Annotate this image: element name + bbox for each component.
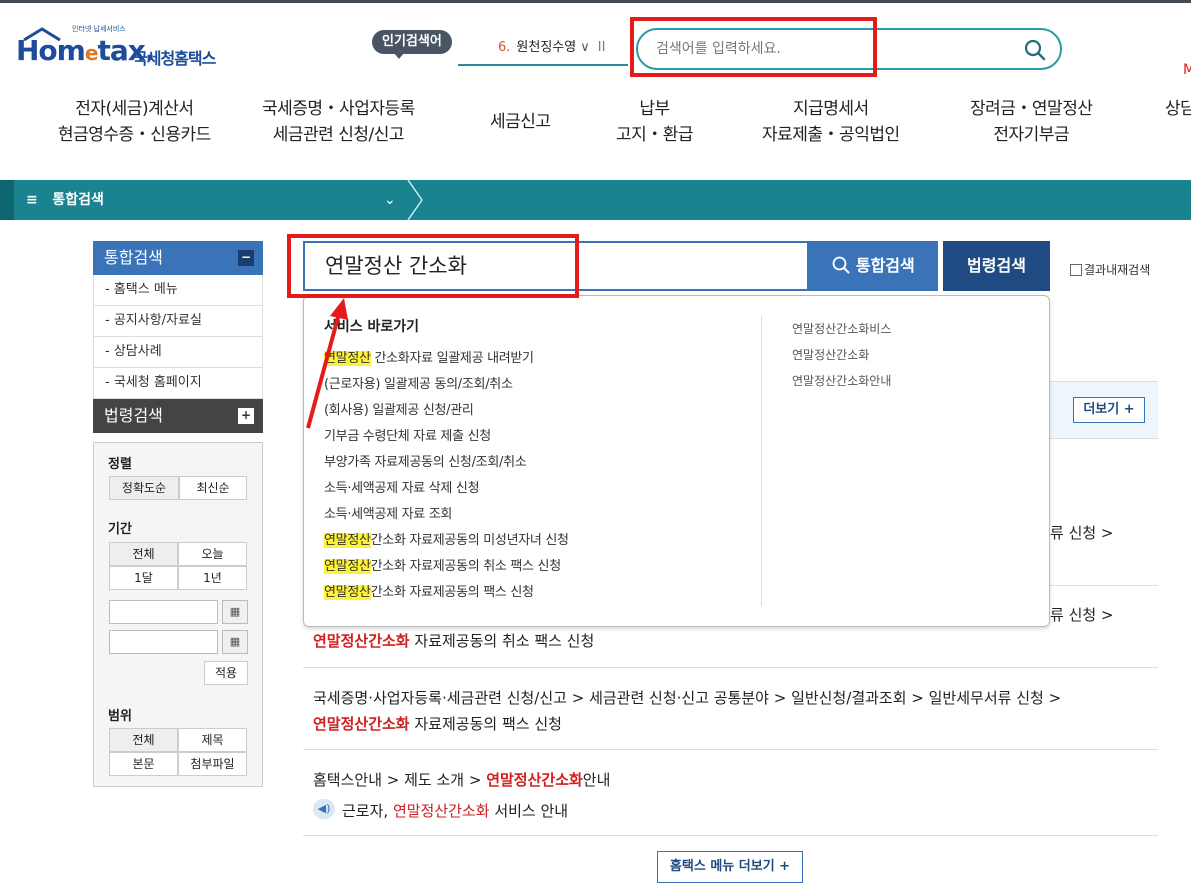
dropdown-item[interactable]: 연말정산간소화 자료제공동의 취소 팩스 신청 bbox=[324, 555, 561, 574]
result-row-3-title[interactable]: 연말정산간소화 자료제공동의 팩스 신청 bbox=[313, 713, 562, 734]
total-search-button[interactable]: 통합검색 bbox=[809, 241, 938, 291]
highlight-box-header-search bbox=[630, 17, 877, 77]
annotation-arrow-icon bbox=[306, 298, 348, 429]
nav-consultation[interactable]: 상담 bbox=[1165, 96, 1191, 122]
logo-subtitle: 인터넷 납세서비스 bbox=[72, 25, 126, 33]
period-year-button[interactable]: 1년 bbox=[178, 566, 247, 590]
more-hometax-menu-button[interactable]: 홈택스 메뉴 더보기 + bbox=[657, 851, 803, 883]
nav-year-end-settlement[interactable]: 장려금・연말정산 전자기부금 bbox=[970, 96, 1093, 148]
breadcrumb-separator-icon bbox=[407, 180, 423, 220]
suggestion-item[interactable]: 연말정산간소화비스 bbox=[792, 320, 891, 337]
result-divider bbox=[303, 749, 1158, 750]
scope-all-button[interactable]: 전체 bbox=[109, 728, 178, 752]
sidebar-head-total-search[interactable]: 통합검색 − bbox=[93, 241, 263, 275]
chevron-down-icon[interactable]: ⌄ bbox=[384, 180, 396, 220]
start-date-input[interactable] bbox=[109, 600, 218, 624]
period-today-button[interactable]: 오늘 bbox=[178, 542, 247, 566]
period-all-button[interactable]: 전체 bbox=[109, 542, 178, 566]
sort-accuracy-button[interactable]: 정확도순 bbox=[109, 476, 179, 500]
result-row-2-title[interactable]: 연말정산간소화 자료제공동의 취소 팩스 신청 bbox=[313, 630, 594, 651]
rank-number: 6. bbox=[498, 40, 511, 55]
top-border bbox=[0, 0, 1191, 3]
search-within-results[interactable]: 결과내재검색 bbox=[1070, 261, 1150, 278]
nav-certificates[interactable]: 국세증명・사업자등록 세금관련 신청/신고 bbox=[262, 96, 415, 148]
collapse-icon[interactable]: − bbox=[238, 250, 254, 266]
hamburger-icon[interactable]: ≡ bbox=[26, 192, 38, 208]
popular-keywords-badge: 인기검색어 bbox=[372, 30, 452, 59]
speaker-icon: ◀) bbox=[313, 799, 335, 819]
breadcrumb-menu[interactable]: ≡ 통합검색 bbox=[26, 180, 104, 220]
suggestion-item[interactable]: 연말정산간소화안내 bbox=[792, 372, 891, 389]
result-row-1-tail[interactable]: 류 신청 > bbox=[1050, 522, 1114, 543]
sidebar-item-hometax-menu[interactable]: - 홈택스 메뉴 bbox=[93, 275, 263, 306]
within-results-checkbox[interactable] bbox=[1070, 264, 1082, 276]
search-icon bbox=[832, 256, 850, 274]
suggestion-item[interactable]: 연말정산간소화 bbox=[792, 346, 869, 363]
logo-korean-name: 국세청홈택스 bbox=[133, 49, 216, 68]
dropdown-item[interactable]: 부양가족 자료제공동의 신청/조회/취소 bbox=[324, 451, 527, 470]
period-title: 기간 bbox=[108, 522, 132, 537]
scope-title-button[interactable]: 제목 bbox=[178, 728, 247, 752]
result-row-2-tail[interactable]: 류 신청 > bbox=[1050, 604, 1114, 625]
edge-text: M bbox=[1183, 62, 1191, 78]
nav-statement-submission[interactable]: 지급명세서 자료제출・공익법인 bbox=[762, 96, 900, 148]
scope-title: 범위 bbox=[108, 709, 132, 724]
dropdown-item[interactable]: 소득·세액공제 자료 삭제 신청 bbox=[324, 477, 480, 496]
more-button[interactable]: 더보기 + bbox=[1073, 397, 1145, 423]
dropdown-divider bbox=[761, 316, 762, 606]
dropdown-item[interactable]: 소득·세액공제 자료 조회 bbox=[324, 503, 452, 522]
sidebar-item-notices[interactable]: - 공지사항/자료실 bbox=[93, 306, 263, 337]
nav-e-invoice[interactable]: 전자(세금)계산서 현금영수증・신용카드 bbox=[58, 96, 211, 148]
nav-payment[interactable]: 납부 고지・환급 bbox=[616, 96, 694, 148]
sidebar-item-consult-cases[interactable]: - 상담사례 bbox=[93, 337, 263, 368]
highlight-box-main-search bbox=[287, 234, 579, 298]
dropdown-item[interactable]: 연말정산간소화 자료제공동의 미성년자녀 신청 bbox=[324, 529, 569, 548]
result-row-3-path[interactable]: 국세증명·사업자등록·세금관련 신청/신고 > 세금관련 신청·신고 공통분야 … bbox=[313, 687, 1061, 708]
chevron-down-icon[interactable]: ∨ bbox=[580, 40, 590, 55]
scope-attachment-button[interactable]: 첨부파일 bbox=[178, 752, 247, 776]
breadcrumb-bar-edge bbox=[0, 180, 14, 220]
sort-title: 정렬 bbox=[108, 457, 132, 472]
scope-body-button[interactable]: 본문 bbox=[109, 752, 178, 776]
pause-icon[interactable]: II bbox=[598, 40, 606, 55]
law-search-button[interactable]: 법령검색 bbox=[943, 241, 1050, 291]
period-month-button[interactable]: 1달 bbox=[109, 566, 178, 590]
sidebar-item-nts-homepage[interactable]: - 국세청 홈페이지 bbox=[93, 368, 263, 399]
result-row-4-desc[interactable]: 근로자, 연말정산간소화 서비스 안내 bbox=[342, 800, 568, 821]
sort-latest-button[interactable]: 최신순 bbox=[179, 476, 247, 500]
popular-keyword-ticker[interactable]: 6. 원천징수영 ∨ II bbox=[458, 38, 628, 66]
expand-icon[interactable]: + bbox=[238, 408, 254, 424]
sidebar-head-law-search[interactable]: 법령검색 + bbox=[93, 399, 263, 433]
end-date-input[interactable] bbox=[109, 630, 218, 654]
apply-button[interactable]: 적용 bbox=[204, 661, 248, 685]
calendar-icon[interactable]: ▦ bbox=[222, 630, 248, 654]
search-icon[interactable] bbox=[1024, 39, 1046, 61]
nav-tax-filing[interactable]: 세금신고 bbox=[490, 109, 551, 135]
dropdown-item[interactable]: 연말정산간소화 자료제공동의 팩스 신청 bbox=[324, 581, 534, 600]
rank-keyword[interactable]: 원천징수영 bbox=[516, 40, 576, 55]
result-row-4-path[interactable]: 홈택스안내 > 제도 소개 > 연말정산간소화안내 bbox=[313, 769, 610, 790]
breadcrumb-bar bbox=[0, 180, 1191, 220]
breadcrumb-label: 통합검색 bbox=[52, 192, 104, 208]
calendar-icon[interactable]: ▦ bbox=[222, 600, 248, 624]
result-divider bbox=[303, 835, 1158, 836]
result-divider bbox=[303, 667, 1158, 668]
